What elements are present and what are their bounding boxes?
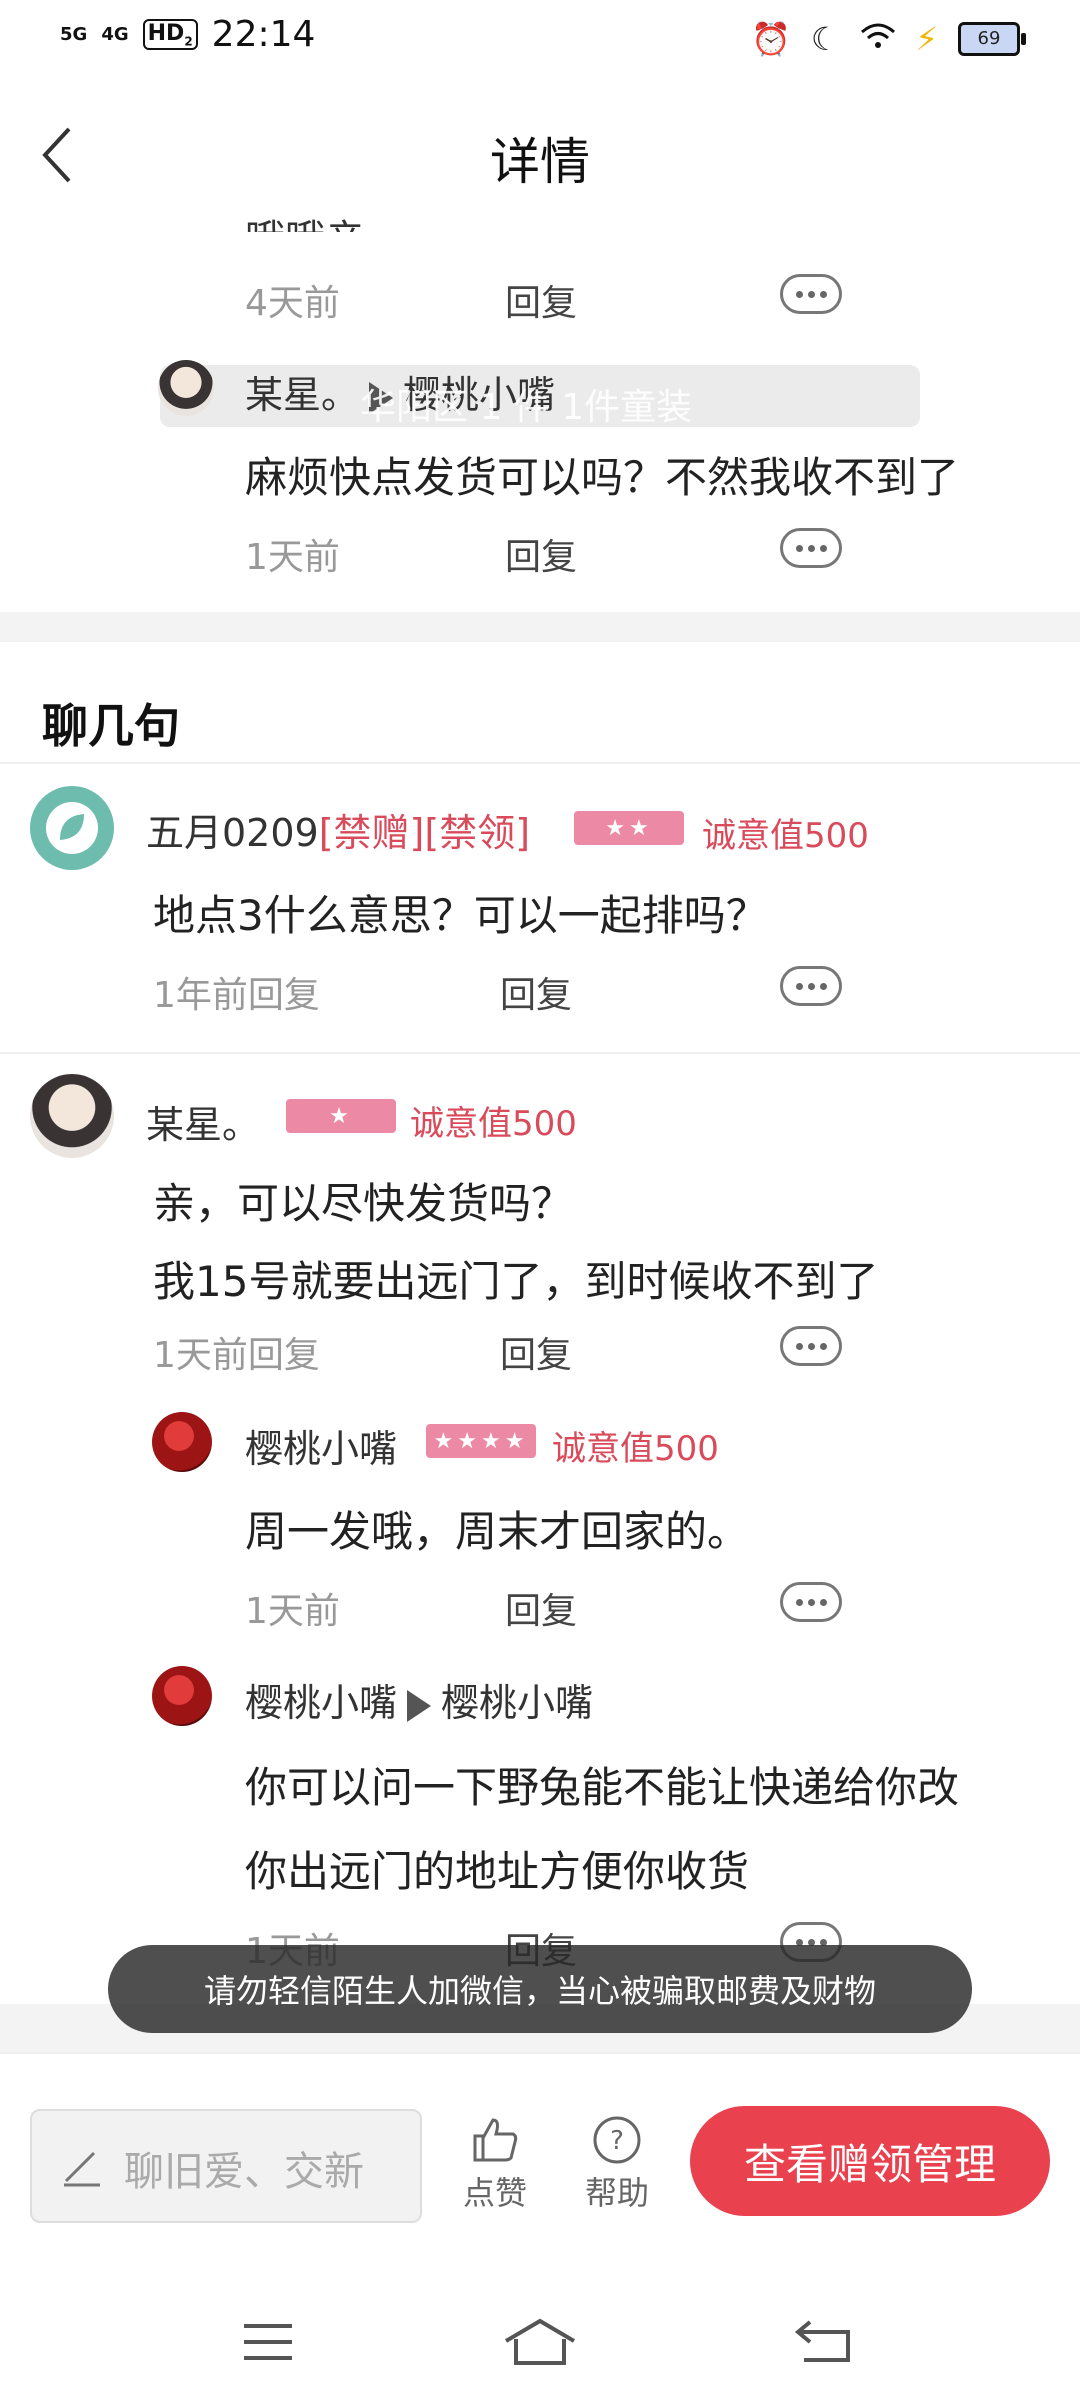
comment-meta: 1天前 回复 bbox=[245, 520, 845, 580]
view-gift-management-button[interactable]: 查看赠领管理 bbox=[690, 2106, 1050, 2216]
safety-toast: 请勿轻信陌生人加微信，当心被骗取邮费及财物 bbox=[108, 1945, 972, 2033]
level-badge: ★★★★ bbox=[426, 1424, 536, 1458]
clipped-comment-text: 哦哦亲。 bbox=[245, 190, 405, 232]
comment-time: 1天前 bbox=[245, 1591, 340, 1632]
reply-button[interactable]: 回复 bbox=[500, 1326, 572, 1378]
comment-username[interactable]: 五月0209[禁赠][禁领] bbox=[146, 802, 530, 857]
avatar[interactable] bbox=[30, 1074, 114, 1158]
thumbs-up-icon bbox=[473, 2118, 518, 2162]
pen-icon bbox=[64, 2151, 100, 2187]
comment-username[interactable]: 某星。 bbox=[146, 1094, 260, 1149]
more-icon[interactable] bbox=[780, 1326, 842, 1366]
comment-text-line1: 亲，可以尽快发货吗？ bbox=[153, 1179, 574, 1228]
level-badge: ★★ bbox=[574, 811, 684, 845]
like-button[interactable]: 点赞 bbox=[450, 2112, 540, 2214]
clock: 22:14 bbox=[211, 14, 316, 55]
input-placeholder: 聊旧爱、交新 bbox=[124, 2149, 364, 2195]
moon-icon: ☾ bbox=[810, 20, 840, 58]
menu-icon[interactable] bbox=[228, 2312, 308, 2372]
page-title: 详情 bbox=[490, 133, 590, 191]
level-badge: ★ bbox=[286, 1099, 396, 1133]
comment-text-line2: 你出远门的地址方便你收货 bbox=[245, 1847, 750, 1896]
comment-time: 1天前回复 bbox=[153, 1335, 320, 1376]
sincerity-value: 诚意值500 bbox=[702, 816, 869, 856]
status-bar: 5G 4G HD2 22:14 ⏰ ☾ ⚡ 69 bbox=[0, 0, 1080, 80]
avatar[interactable] bbox=[152, 1412, 212, 1472]
tag-no-gift: [禁赠] bbox=[318, 811, 425, 855]
reply-arrow-icon bbox=[407, 1689, 432, 1722]
home-icon[interactable] bbox=[500, 2312, 580, 2372]
comment-text: 麻烦快点发货可以吗？不然我收不到了 bbox=[245, 453, 960, 502]
comment-text: 周一发哦，周末才回家的。 bbox=[245, 1507, 750, 1556]
comment-time: 1天前 bbox=[245, 537, 340, 578]
reply-username[interactable]: 樱桃小嘴 bbox=[245, 1418, 397, 1473]
leaf-logo-icon bbox=[46, 802, 98, 854]
sincerity-value: 诚意值500 bbox=[410, 1104, 577, 1144]
section-gap bbox=[0, 612, 1080, 642]
battery-indicator: 69 bbox=[958, 22, 1026, 56]
reply-button[interactable]: 回复 bbox=[505, 528, 577, 580]
divider bbox=[0, 762, 1080, 764]
marquee-text: 华阳区 1 件 1件童装 bbox=[360, 387, 693, 428]
comment-text-line1: 你可以问一下野兔能不能让快递给你改 bbox=[245, 1763, 960, 1812]
avatar[interactable] bbox=[152, 1666, 212, 1726]
help-button[interactable]: ? 帮助 bbox=[572, 2112, 662, 2214]
divider bbox=[0, 1052, 1080, 1054]
comment-time: 1年前回复 bbox=[153, 975, 320, 1016]
comment-text-line2: 我15号就要出远门了，到时候收不到了 bbox=[153, 1257, 879, 1306]
comment-meta: 1天前回复 回复 bbox=[153, 1318, 753, 1378]
sincerity-value: 诚意值500 bbox=[552, 1429, 719, 1469]
signal-5g: 5G bbox=[60, 23, 88, 45]
header: 详情 bbox=[0, 100, 1080, 210]
reply-button[interactable]: 回复 bbox=[505, 1582, 577, 1634]
alarm-icon: ⏰ bbox=[751, 20, 791, 58]
hd-indicator: HD2 bbox=[142, 18, 198, 51]
like-label: 点赞 bbox=[462, 2174, 527, 2212]
avatar[interactable] bbox=[30, 786, 114, 870]
avatar[interactable] bbox=[158, 360, 214, 416]
comment-time: 4天前 bbox=[245, 283, 340, 324]
return-icon[interactable] bbox=[784, 2312, 864, 2372]
reply-button[interactable]: 回复 bbox=[505, 274, 577, 326]
tag-no-claim: [禁领] bbox=[424, 811, 531, 855]
comment-text: 地点3什么意思？可以一起排吗？ bbox=[153, 891, 768, 940]
signal-4g: 4G bbox=[101, 23, 129, 45]
comment-input[interactable]: 聊旧爱、交新 bbox=[30, 2109, 422, 2223]
help-label: 帮助 bbox=[584, 2174, 649, 2212]
comment-meta: 4天前 回复 bbox=[245, 266, 845, 326]
system-nav-bar bbox=[0, 2272, 1080, 2400]
more-icon[interactable] bbox=[780, 1582, 842, 1622]
bottom-action-bar: 聊旧爱、交新 点赞 ? 帮助 查看赠领管理 bbox=[0, 2052, 1080, 2274]
more-icon[interactable] bbox=[780, 528, 842, 568]
reply-button[interactable]: 回复 bbox=[500, 966, 572, 1018]
svg-text:?: ? bbox=[610, 2126, 624, 2156]
comment-meta: 1年前回复 回复 bbox=[153, 958, 753, 1018]
comment-meta: 1天前 回复 bbox=[245, 1574, 845, 1634]
more-icon[interactable] bbox=[780, 966, 842, 1006]
section-title: 聊几句 bbox=[42, 699, 180, 753]
wifi-icon bbox=[860, 20, 896, 58]
charging-icon: ⚡ bbox=[915, 20, 938, 58]
more-icon[interactable] bbox=[780, 274, 842, 314]
help-icon: ? bbox=[593, 2116, 641, 2164]
reply-username[interactable]: 樱桃小嘴 樱桃小嘴 bbox=[245, 1672, 593, 1727]
